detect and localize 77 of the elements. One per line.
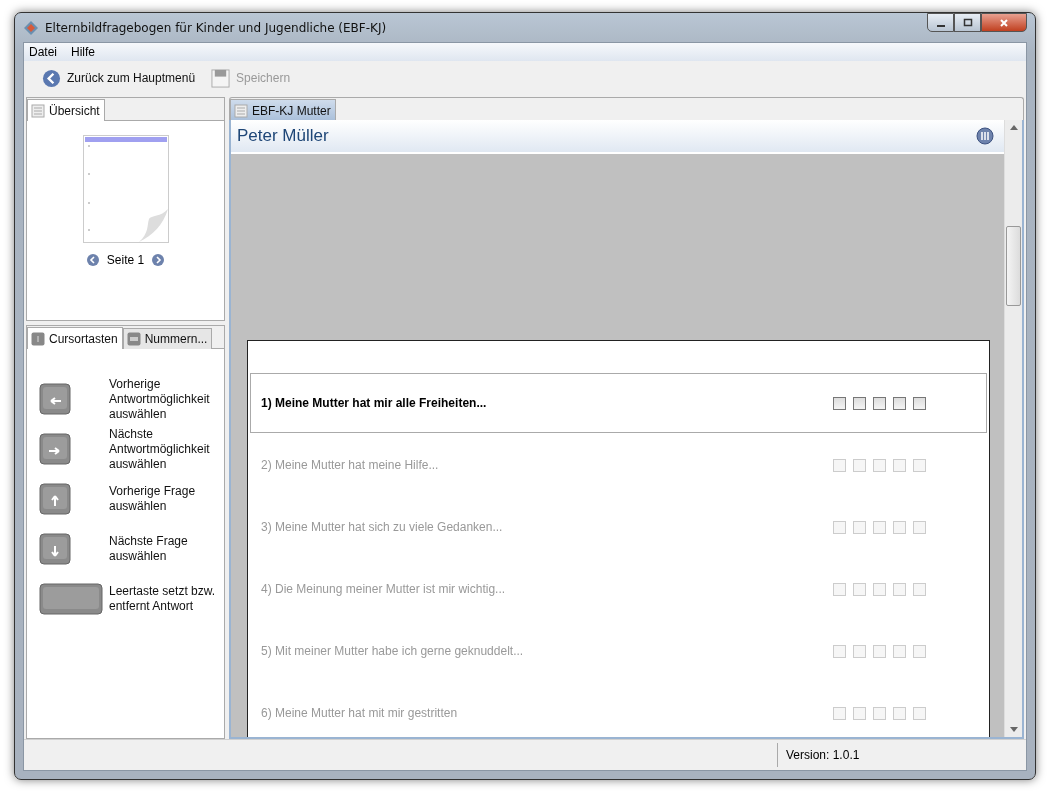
answer-checkbox[interactable] xyxy=(853,706,866,720)
up-arrow-key-icon xyxy=(39,483,71,515)
key-description: Vorherige Frage auswählen xyxy=(109,484,197,514)
document-tab[interactable]: EBF-KJ Mutter xyxy=(230,99,336,121)
key-description: Leertaste setzt bzw. entfernt Antwort xyxy=(109,584,217,614)
vertical-scrollbar[interactable] xyxy=(1004,120,1022,737)
scroll-up-icon[interactable] xyxy=(1009,124,1018,130)
key-description: Nächste Antwortmöglichkeit auswählen xyxy=(109,426,211,472)
question-text: 6) Meine Mutter hat mit mir gestritten xyxy=(261,706,459,720)
previous-page-icon[interactable] xyxy=(86,254,99,266)
answer-checkbox[interactable] xyxy=(913,396,926,410)
answer-checkbox[interactable] xyxy=(853,582,866,596)
keyboard-key-icon xyxy=(31,331,45,346)
app-logo-icon xyxy=(23,19,39,36)
answer-checkbox[interactable] xyxy=(853,458,866,472)
question-text: 3) Meine Mutter hat sich zu viele Gedanken... xyxy=(261,520,504,534)
back-button[interactable]: Zurück zum Hauptmenü xyxy=(40,66,198,90)
document-icon xyxy=(31,103,45,118)
answer-checkbox[interactable] xyxy=(873,644,886,658)
key-description: Nächste Frage auswählen xyxy=(109,534,189,564)
answer-checkbox[interactable] xyxy=(873,396,886,410)
keyboard-key-icon xyxy=(126,332,141,346)
menu-item[interactable]: Datei xyxy=(29,45,57,59)
answer-checkbox[interactable] xyxy=(913,582,926,596)
keyboard-help-tab[interactable]: Cursortasten xyxy=(27,327,123,349)
question-text: 4) Die Meinung meiner Mutter ist mir wichtig... xyxy=(261,582,507,596)
answer-checkbox[interactable] xyxy=(913,706,926,720)
document-icon xyxy=(234,103,248,118)
keyboard-help-tab[interactable]: Nummern... xyxy=(122,328,213,349)
question-text: 2) Meine Mutter hat meine Hilfe... xyxy=(261,458,440,472)
version-label: Version: 1.0.1 xyxy=(785,748,861,762)
answer-checkbox[interactable] xyxy=(893,396,906,410)
answer-checkbox[interactable] xyxy=(893,644,906,658)
close-button[interactable] xyxy=(981,13,1027,32)
menu-item[interactable]: Hilfe xyxy=(71,45,96,59)
answer-checkbox[interactable] xyxy=(913,458,926,472)
question-row[interactable]: 1) Meine Mutter hat mir alle Freiheiten... xyxy=(250,373,987,433)
minimize-button[interactable] xyxy=(927,13,954,32)
maximize-icon xyxy=(962,17,973,28)
answer-checkbox[interactable] xyxy=(893,706,906,720)
answer-checkbox[interactable] xyxy=(913,520,926,534)
answer-checkbox[interactable] xyxy=(833,644,846,658)
page-thumbnail[interactable] xyxy=(82,135,169,243)
key-description: Vorherige Antwortmöglichkeit auswählen xyxy=(109,376,211,422)
answer-checkbox[interactable] xyxy=(893,520,906,534)
answer-checkbox[interactable] xyxy=(873,582,886,596)
answer-checkbox[interactable] xyxy=(853,520,866,534)
answer-checkbox[interactable] xyxy=(853,396,866,410)
page-label: Seite 1 xyxy=(106,253,145,267)
answer-checkbox[interactable] xyxy=(893,582,906,596)
maximize-button[interactable] xyxy=(954,13,981,32)
question-text: 5) Mit meiner Mutter habe ich gerne geknuddelt... xyxy=(261,644,525,658)
answer-checkbox[interactable] xyxy=(873,520,886,534)
window-title: Elternbildfragebogen für Kinder und Jugendliche (EBF-KJ) xyxy=(45,20,387,35)
answer-checkbox[interactable] xyxy=(833,582,846,596)
scrollbar-thumb[interactable] xyxy=(1006,226,1021,306)
right-arrow-key-icon xyxy=(39,433,71,465)
person-name: Peter Müller xyxy=(237,126,329,146)
answer-checkbox[interactable] xyxy=(853,644,866,658)
next-page-icon[interactable] xyxy=(152,254,165,266)
overview-tab[interactable]: Übersicht xyxy=(27,99,105,121)
answer-checkbox[interactable] xyxy=(913,644,926,658)
question-text: 1) Meine Mutter hat mir alle Freiheiten... xyxy=(261,396,488,410)
left-arrow-key-icon xyxy=(39,383,71,415)
answer-checkbox[interactable] xyxy=(893,458,906,472)
answer-checkbox[interactable] xyxy=(833,458,846,472)
scroll-down-icon[interactable] xyxy=(1009,727,1018,733)
answer-checkbox[interactable] xyxy=(873,706,886,720)
minimize-icon xyxy=(936,24,945,27)
down-arrow-key-icon xyxy=(39,533,71,565)
space-key-icon xyxy=(39,583,103,615)
answer-checkbox[interactable] xyxy=(833,396,846,410)
answer-checkbox[interactable] xyxy=(873,458,886,472)
answer-checkbox[interactable] xyxy=(833,520,846,534)
answer-checkbox[interactable] xyxy=(833,706,846,720)
close-icon xyxy=(999,17,1009,28)
columns-icon[interactable] xyxy=(976,127,994,145)
